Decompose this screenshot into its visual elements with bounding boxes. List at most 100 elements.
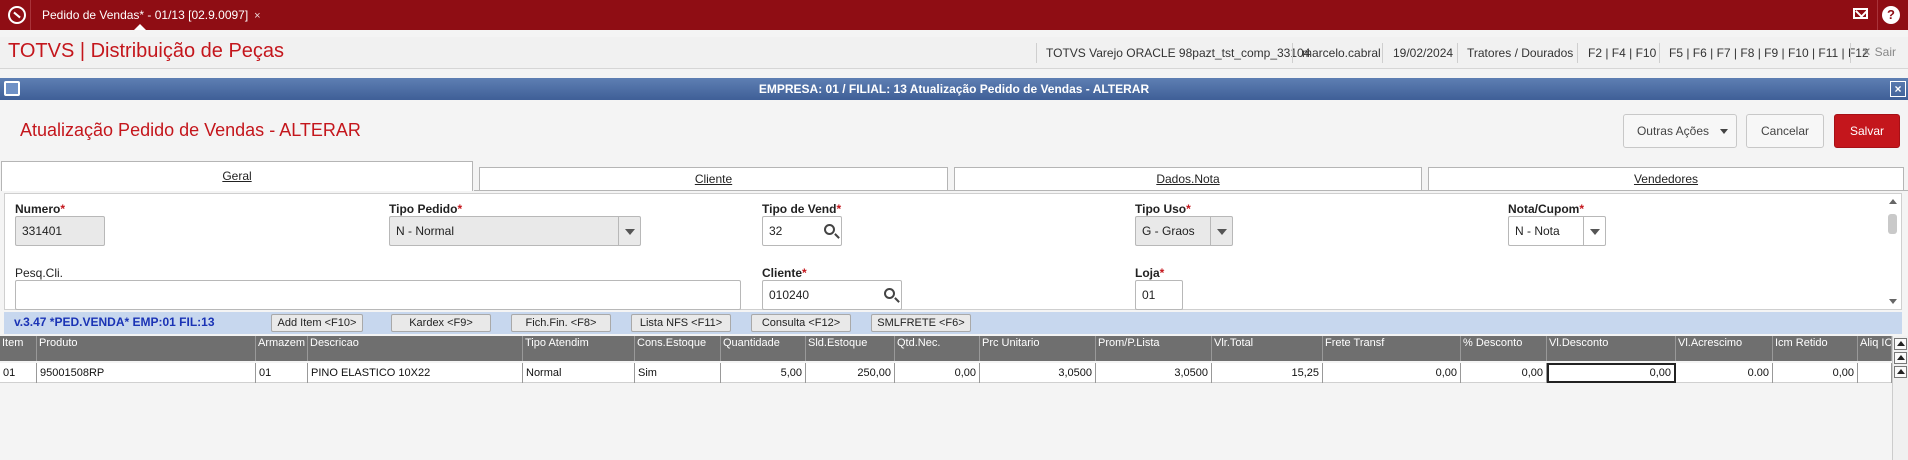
app-header: TOTVS | Distribuição de Peças TOTVS Vare… (0, 37, 1908, 69)
column-header-vl-acrescimo[interactable]: Vl.Acrescimo (1676, 336, 1773, 361)
pesq-cli-label: Pesq.Cli. (15, 266, 64, 280)
grid-scrollbar[interactable] (1892, 336, 1908, 460)
caret-down-icon (1720, 129, 1728, 134)
brand-title: TOTVS | Distribuição de Peças (8, 40, 285, 62)
scroll-down-icon[interactable] (1889, 299, 1897, 304)
consulta-button[interactable]: Consulta <F12> (751, 314, 851, 332)
column-header-quantidade[interactable]: Quantidade (721, 336, 806, 361)
tab-geral[interactable]: Geral (1, 161, 473, 191)
tipo-uso-select[interactable]: G - Graos (1135, 216, 1233, 246)
topbar-divider (1877, 0, 1878, 30)
tab-cliente[interactable]: Cliente (479, 167, 948, 191)
cancel-button[interactable]: Cancelar (1746, 114, 1824, 148)
tipo-pedido-label: Tipo Pedido* (389, 202, 463, 216)
column-header-frete-transf[interactable]: Frete Transf (1323, 336, 1461, 361)
cell-frete-transf[interactable]: 0,00 (1323, 363, 1461, 383)
cell-vlr-total[interactable]: 15,25 (1212, 363, 1323, 383)
column-header-vlr-total[interactable]: Vlr.Total (1212, 336, 1323, 361)
add-item-button[interactable]: Add Item <F10> (271, 314, 363, 332)
cliente-value: 010240 (769, 288, 810, 302)
column-header-descricao[interactable]: Descricao (308, 336, 523, 361)
tab-pedido-vendas[interactable]: Pedido de Vendas* - 01/13 [02.9.0097] × (34, 0, 269, 30)
cell-sld-estoque[interactable]: 250,00 (806, 363, 895, 383)
column-header-item[interactable]: Item (0, 336, 37, 361)
numero-field[interactable]: 331401 (15, 216, 105, 246)
search-icon[interactable] (884, 288, 895, 299)
nota-cupom-select[interactable]: N - Nota (1508, 216, 1606, 246)
chevron-down-icon[interactable] (1210, 217, 1232, 245)
cell-armazem[interactable]: 01 (256, 363, 308, 383)
cell-produto[interactable]: 95001508RP (37, 363, 256, 383)
page-title: Atualização Pedido de Vendas - ALTERAR (20, 120, 361, 140)
mail-icon[interactable] (1853, 8, 1868, 19)
column-header-armazem[interactable]: Armazem (256, 336, 308, 361)
column-header-desconto[interactable]: % Desconto (1461, 336, 1547, 361)
cell-icm-retido[interactable]: 0,00 (1773, 363, 1858, 383)
cell-quantidade[interactable]: 5,00 (721, 363, 806, 383)
topbar-divider (30, 0, 31, 30)
more-actions-button[interactable]: Outras Ações (1623, 114, 1737, 148)
scroll-page-up-icon[interactable] (1894, 352, 1907, 364)
column-header-vl-desconto[interactable]: Vl.Desconto (1547, 336, 1676, 361)
cell-vl-desconto[interactable]: 0,00 (1547, 363, 1676, 383)
tab-bar: Geral Cliente Dados.Nota Vendedores (0, 161, 1908, 191)
cell-cons-estoque[interactable]: Sim (635, 363, 721, 383)
cell-aliq-icms[interactable] (1858, 363, 1892, 383)
column-header-aliq-icms[interactable]: Aliq ICMS (1858, 336, 1892, 361)
cell-descricao[interactable]: PINO ELASTICO 10X22 (308, 363, 523, 383)
column-header-cons-estoque[interactable]: Cons.Estoque (635, 336, 721, 361)
column-header-produto[interactable]: Produto (37, 336, 256, 361)
form-scrollbar[interactable] (1887, 196, 1899, 307)
pesq-cli-input[interactable] (15, 280, 741, 310)
column-header-tipo-atendim[interactable]: Tipo Atendim (523, 336, 635, 361)
cell-tipo-atendim[interactable]: Normal (523, 363, 635, 383)
nota-cupom-label: Nota/Cupom* (1508, 202, 1584, 216)
shortcut-keys-1[interactable]: F2 | F4 | F10 (1588, 46, 1656, 60)
cell-item[interactable]: 01 (0, 363, 37, 383)
nota-cupom-value: N - Nota (1515, 224, 1560, 238)
tipo-vend-label: Tipo de Vend* (762, 202, 842, 216)
cliente-field[interactable]: 010240 (762, 280, 902, 310)
window-close-icon[interactable]: × (1890, 81, 1906, 97)
tipo-vend-field[interactable]: 32 (762, 216, 842, 246)
scroll-top-icon[interactable] (1894, 338, 1907, 350)
help-icon[interactable]: ? (1882, 6, 1900, 24)
scroll-up-icon[interactable] (1894, 366, 1907, 378)
user-label: marcelo.cabral (1302, 46, 1381, 60)
cell-desconto[interactable]: 0,00 (1461, 363, 1547, 383)
save-button[interactable]: Salvar (1834, 114, 1900, 148)
tipo-pedido-select[interactable]: N - Normal (389, 216, 641, 246)
column-header-sld-estoque[interactable]: Sld.Estoque (806, 336, 895, 361)
kardex-button[interactable]: Kardex <F9> (391, 314, 491, 332)
search-icon[interactable] (824, 224, 835, 235)
totvs-logo-icon[interactable] (8, 6, 26, 24)
scroll-thumb[interactable] (1888, 214, 1897, 234)
cell-qtd-nec[interactable]: 0,00 (895, 363, 980, 383)
header-divider (1382, 43, 1383, 63)
column-header-qtd-nec[interactable]: Qtd.Nec. (895, 336, 980, 361)
column-header-prc-unitario[interactable]: Prc Unitario (980, 336, 1096, 361)
shortcut-keys-2[interactable]: F5 | F6 | F7 | F8 | F9 | F10 | F11 | F12 (1669, 46, 1869, 60)
column-header-prom-p-lista[interactable]: Prom/P.Lista (1096, 336, 1212, 361)
tab-vendedores[interactable]: Vendedores (1428, 167, 1904, 191)
table-row[interactable]: 01 95001508RP 01 PINO ELASTICO 10X22 Normal S… (0, 363, 1892, 383)
column-header-icm-retido[interactable]: Icm Retido (1773, 336, 1858, 361)
items-grid: Item Produto Armazem Descricao Tipo Atendim C… (0, 336, 1892, 460)
more-actions-label: Outras Ações (1636, 124, 1710, 138)
cell-vl-acrescimo[interactable]: 0.00 (1676, 363, 1773, 383)
cell-prc-unitario[interactable]: 3,0500 (980, 363, 1096, 383)
smlfrete-button[interactable]: SMLFRETE <F6> (871, 314, 971, 332)
numero-label: Numero* (15, 202, 66, 216)
chevron-down-icon[interactable] (1583, 217, 1605, 245)
fich-fin-button[interactable]: Fich.Fin. <F8> (511, 314, 611, 332)
tab-dados-nota[interactable]: Dados.Nota (954, 167, 1422, 191)
chevron-down-icon[interactable] (618, 217, 640, 245)
active-tab-caret-icon (134, 24, 146, 30)
cell-prom-p-lista[interactable]: 3,0500 (1096, 363, 1212, 383)
exit-button[interactable]: ✕ Sair (1861, 45, 1896, 59)
tab-close-icon[interactable]: × (254, 10, 260, 22)
lista-nfs-button[interactable]: Lista NFS <F11> (631, 314, 731, 332)
scroll-up-icon[interactable] (1889, 199, 1897, 204)
header-divider (1659, 43, 1660, 63)
loja-field[interactable]: 01 (1135, 280, 1183, 310)
